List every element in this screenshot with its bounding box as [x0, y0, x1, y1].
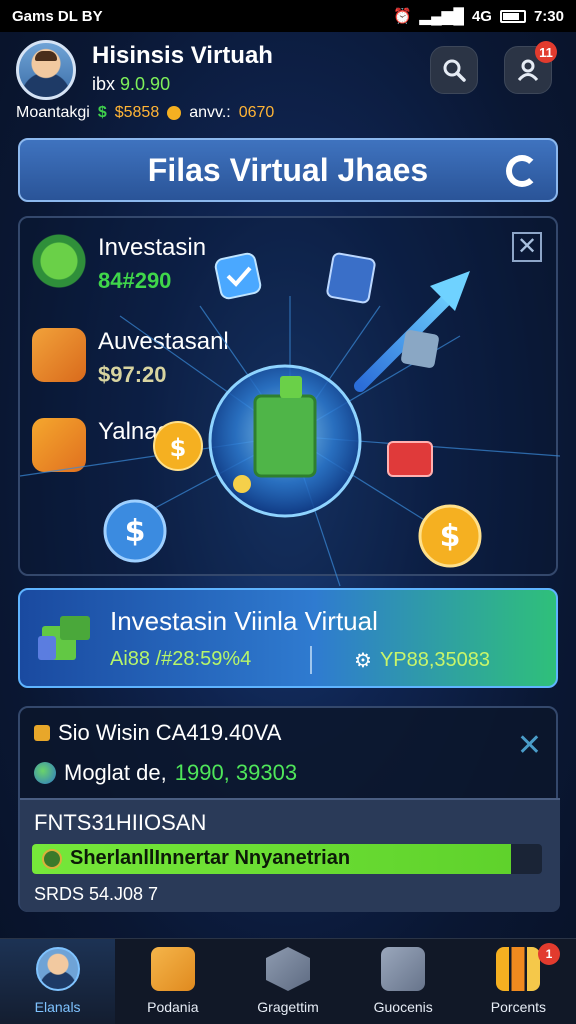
status-left-text: Gams DL BY: [12, 7, 103, 25]
info-line-2-label: Moglat de,: [64, 760, 167, 785]
profile-button[interactable]: 11: [504, 41, 557, 94]
profile-header: Hisinsis Virtuah ibx 9.0.90 Moantakgi $ …: [0, 32, 576, 128]
calendar-icon: [150, 947, 195, 991]
avatar-icon: [35, 947, 80, 991]
bottom-nav: Elanals Podania Gragettim Guocenis 1 Por…: [0, 938, 576, 1024]
info-line-2: Moglat de, 1990, 39303: [34, 760, 297, 786]
list-item-value: 84#290: [98, 268, 172, 293]
box-icon: [38, 616, 90, 660]
invest-card[interactable]: Investasin Viinla Virtual Ai88 /#28:59%4…: [18, 588, 558, 688]
nav-label: Porcents: [490, 999, 547, 1015]
search-button[interactable]: [430, 46, 478, 94]
nav-item-guocenis[interactable]: Guocenis: [346, 939, 461, 1024]
signal-icon: ▂▄▆█: [419, 8, 464, 25]
progress-label-text: SherlanllInnertar Nnyanetrian: [70, 847, 351, 869]
list-item-value: $97:20: [98, 362, 167, 387]
nav-label: Elanals: [34, 999, 81, 1015]
chart-icon: [496, 947, 541, 991]
network-label: 4G: [471, 7, 492, 25]
stats-coins: 0670: [238, 104, 275, 121]
info-line-1: Sio Wisin CA419.40VA: [34, 720, 281, 746]
nav-item-podania[interactable]: Podania: [115, 939, 230, 1024]
list-item-title: Yalnas: [98, 418, 170, 445]
info-line-1-text: Sio Wisin CA419.40VA: [58, 720, 282, 745]
header-stats: Moantakgi $ $5858 anvv.: 0670: [16, 104, 274, 122]
profile-badge: 11: [535, 41, 557, 63]
battery-icon: [499, 9, 526, 23]
invest-left-value: Ai88 /#28:59%4: [110, 648, 252, 670]
nav-item-home[interactable]: Elanals: [0, 939, 116, 1024]
task-title: FNTS31HIIOSAN: [34, 810, 207, 835]
player-level: ibx 9.0.90: [92, 74, 170, 95]
avatar[interactable]: [16, 40, 76, 100]
invest-right-group: ⚙ YP88,35083: [354, 648, 490, 673]
close-icon[interactable]: ✕: [517, 728, 542, 763]
alarm-icon: ⏰: [392, 8, 412, 25]
cash-icon: $: [97, 104, 107, 121]
invest-title: Investasin Viinla Virtual: [110, 606, 378, 636]
task-panel: FNTS31HIIOSAN SherlanllInnertar Nnyanetr…: [20, 798, 560, 912]
coin-icon: [42, 848, 62, 869]
progress-label: SherlanllInnertar Nnyanetrian: [42, 847, 350, 870]
shield-icon: [266, 947, 310, 991]
list-item-title: Auvestasanl: [98, 328, 229, 355]
status-time: 7:30: [533, 7, 564, 25]
close-icon[interactable]: ✕: [512, 232, 542, 262]
info-panel: ✕ Sio Wisin CA419.40VA Moglat de, 1990, …: [18, 706, 560, 912]
profile-icon: [517, 59, 539, 82]
nav-item-porcents[interactable]: 1 Porcents: [461, 939, 576, 1024]
stats-label: Moantakgi: [16, 104, 90, 121]
divider: [310, 646, 312, 674]
status-bar: Gams DL BY ⏰ ▂▄▆█ 4G 7:30: [0, 0, 576, 32]
coin-icon: [167, 106, 182, 120]
page-title: Filas Virtual Jhaes: [147, 151, 429, 188]
level-prefix: ibx: [92, 74, 116, 94]
coin-icon: ⚙: [354, 650, 372, 672]
player-name: Hisinsis Virtuah: [92, 42, 273, 69]
chart-icon: [32, 328, 86, 382]
nav-badge: 1: [538, 943, 561, 965]
stats-cash: $5858: [114, 104, 160, 121]
globe-icon: [34, 762, 56, 784]
calendar-icon: [32, 418, 86, 472]
camera-icon: [381, 947, 426, 991]
investment-list-panel: ✕ Investasin 84#290 Auvestasanl $97:20 Y…: [18, 216, 558, 576]
task-progress-bar[interactable]: SherlanllInnertar Nnyanetrian: [32, 844, 542, 874]
leaf-icon: [32, 234, 86, 288]
nav-item-gragettim[interactable]: Gragettim: [230, 939, 345, 1024]
info-line-2-value: 1990, 39303: [174, 760, 298, 785]
box-icon: [34, 725, 50, 741]
nav-label: Gragettim: [257, 999, 319, 1015]
nav-label: Guocenis: [373, 999, 433, 1015]
title-banner: Filas Virtual Jhaes: [18, 138, 558, 202]
search-icon: [443, 59, 466, 82]
stats-coins-label: anvv.:: [189, 104, 231, 121]
invest-right-value: YP88,35083: [379, 649, 491, 671]
task-bottom-text: SRDS 54.J08 7: [34, 884, 159, 904]
level-value: 9.0.90: [120, 74, 171, 94]
list-item-title: Investasin: [98, 234, 207, 261]
refresh-icon[interactable]: [506, 155, 538, 187]
nav-label: Podania: [147, 999, 199, 1015]
status-right: ⏰ ▂▄▆█ 4G 7:30: [392, 7, 564, 26]
